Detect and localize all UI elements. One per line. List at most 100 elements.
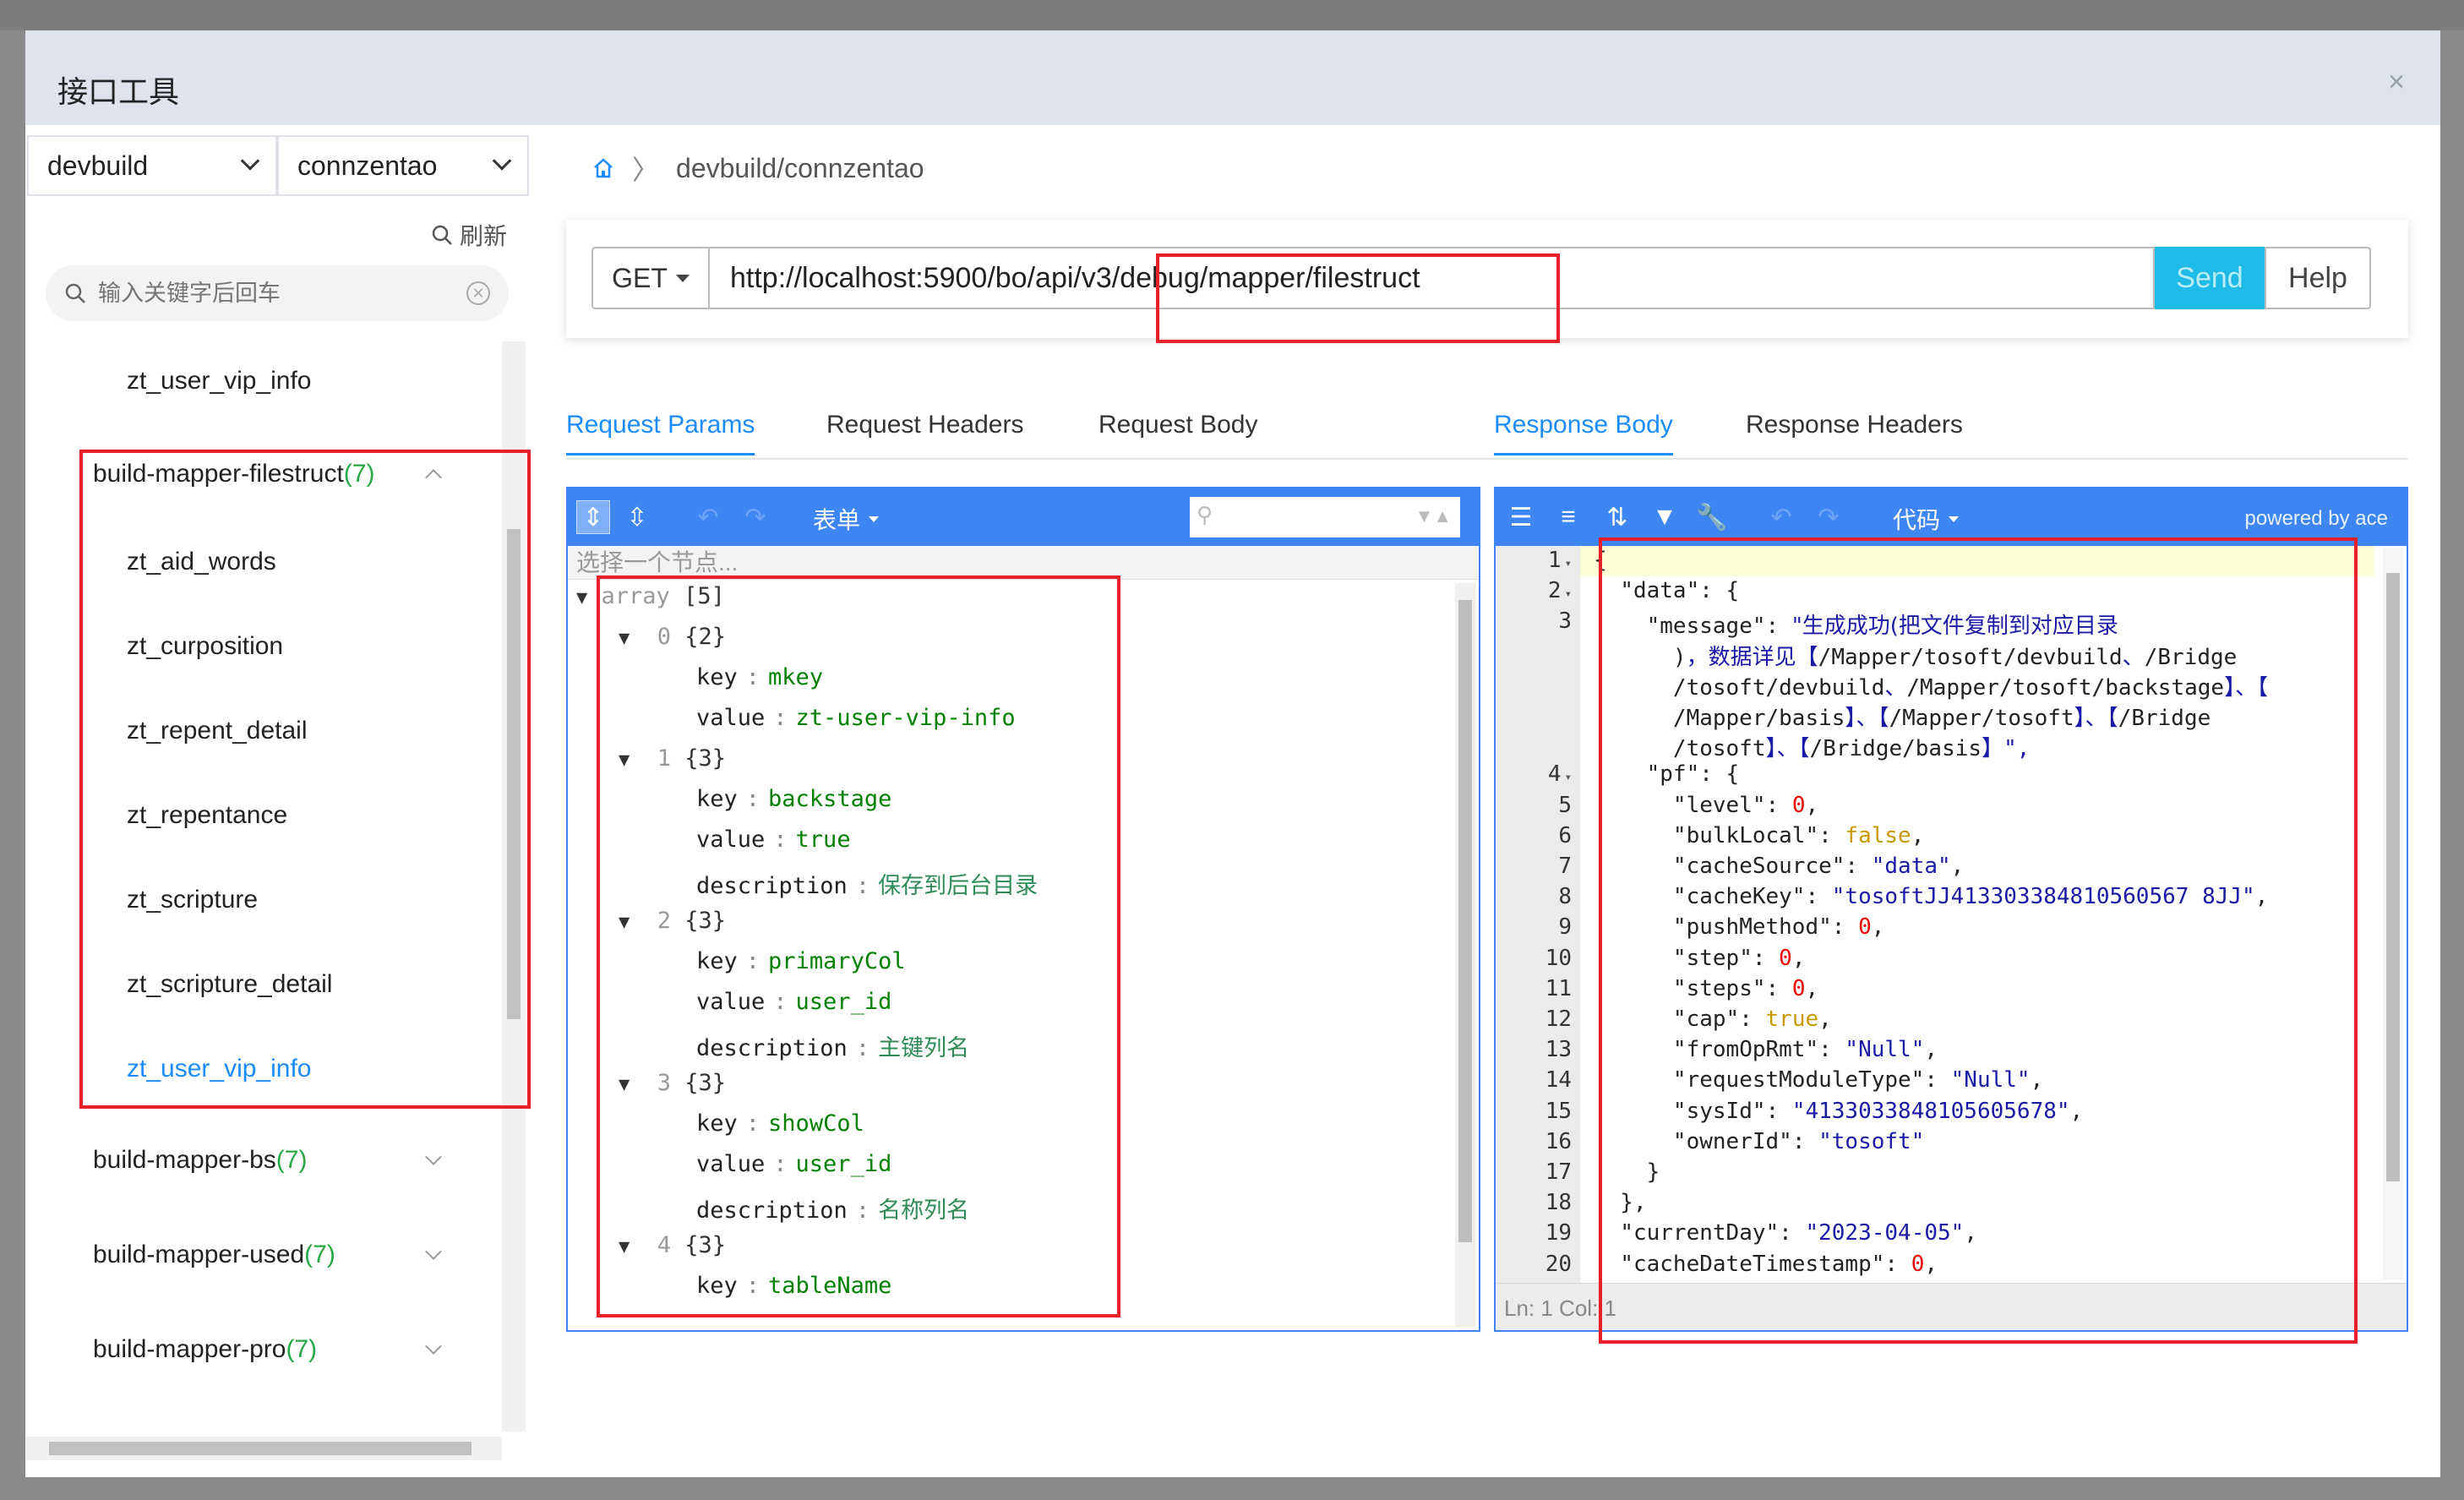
scrollbar-thumb[interactable] — [1458, 600, 1472, 1242]
fold-icon[interactable]: ▾ — [1565, 557, 1572, 570]
tree-field[interactable]: value: true — [696, 826, 851, 853]
line-number: 4 ▾ — [1547, 761, 1572, 788]
expand-all-icon[interactable]: ⇕ — [576, 500, 610, 534]
tree-group-filestruct[interactable]: build-mapper-filestruct(7) — [93, 460, 490, 488]
close-icon[interactable]: × — [2388, 66, 2405, 99]
line-number: 6 — [1558, 822, 1572, 848]
mode-select[interactable]: 代码 — [1893, 502, 1960, 536]
tree-node[interactable]: ▼ 4 {3} — [619, 1232, 726, 1258]
tree-field[interactable]: value: user_id — [696, 989, 891, 1015]
method-select[interactable]: GET — [591, 247, 710, 309]
url-input[interactable]: http://localhost:5900/bo/api/v3/debug/ma… — [710, 247, 2155, 309]
send-button[interactable]: Send — [2155, 247, 2265, 309]
search-input[interactable] — [86, 280, 466, 307]
chevron-down-icon — [492, 151, 512, 171]
redo-icon[interactable]: ↷ — [739, 500, 772, 534]
tree-item[interactable]: zt_repent_detail — [127, 717, 308, 745]
expand-triangle-icon[interactable]: ▼ — [619, 628, 630, 649]
tree-item[interactable]: zt_aid_words — [127, 548, 276, 576]
code-line: "fromOpRmt": "Null", — [1672, 1037, 1938, 1063]
expand-triangle-icon[interactable]: ▼ — [619, 1074, 630, 1095]
line-number: 9 — [1558, 914, 1572, 941]
scrollbar-thumb[interactable] — [2386, 573, 2400, 1181]
tree-item-active[interactable]: zt_user_vip_info — [127, 1055, 311, 1083]
line-number: 5 — [1558, 792, 1572, 818]
tree-node[interactable]: ▼ 2 {3} — [619, 908, 726, 934]
group-label: build-mapper-filestruct — [93, 460, 344, 488]
code-line: "cacheDateTimestamp": 0, — [1620, 1251, 1938, 1277]
clear-icon[interactable]: ✕ — [466, 281, 490, 305]
refresh-button[interactable]: 刷新 — [431, 218, 507, 252]
wrench-icon[interactable]: 🔧 — [1695, 500, 1729, 534]
collapse-all-icon[interactable]: ⇳ — [620, 500, 654, 534]
tab-response-headers[interactable]: Response Headers — [1746, 411, 1963, 453]
help-button[interactable]: Help — [2265, 247, 2371, 309]
tree-field[interactable]: key: showCol — [696, 1110, 864, 1137]
tree-item[interactable]: zt_scripture_detail — [127, 970, 332, 999]
editor-toolbar: ☰ ≡ ⇅ ▼ 🔧 ↶ ↷ 代码 powered by ace — [1496, 488, 2407, 546]
tree-item[interactable]: zt_curposition — [127, 632, 283, 661]
tree-item[interactable]: zt_repentance — [127, 801, 287, 830]
tree-field[interactable]: description: 名称列名 — [696, 1192, 969, 1225]
tree-group-pro[interactable]: build-mapper-pro(7) — [93, 1335, 490, 1364]
code-scrollbar[interactable] — [2383, 548, 2403, 1279]
fold-icon[interactable]: ▾ — [1565, 771, 1572, 784]
scrollbar-thumb[interactable] — [49, 1442, 472, 1455]
project-select[interactable]: devbuild — [27, 135, 277, 196]
tab-request-params[interactable]: Request Params — [566, 411, 755, 455]
tree-field[interactable]: description: 保存到后台目录 — [696, 867, 1038, 900]
module-select-value: connzentao — [297, 150, 438, 181]
tree-field[interactable]: key: mkey — [696, 664, 823, 690]
home-icon[interactable] — [591, 156, 615, 180]
line-number: 3 — [1558, 608, 1572, 635]
search-nav-icon[interactable]: ▼▲ — [1415, 505, 1452, 527]
tree-node[interactable]: ▼ 0 {2} — [619, 624, 726, 650]
line-number: 7 — [1558, 854, 1572, 879]
breadcrumb: 〉 devbuild/connzentao — [591, 149, 924, 188]
expand-triangle-icon[interactable]: ▼ — [619, 1236, 630, 1257]
request-bar: GET http://localhost:5900/bo/api/v3/debu… — [566, 220, 2408, 338]
active-line — [1580, 546, 2374, 576]
code-line: "currentDay": "2023-04-05", — [1620, 1220, 1977, 1246]
tree-node[interactable]: ▼ 3 {3} — [619, 1070, 726, 1096]
compact-icon[interactable]: ≡ — [1551, 500, 1585, 534]
mode-select[interactable]: 表单 — [813, 502, 880, 536]
tab-request-headers[interactable]: Request Headers — [826, 411, 1023, 453]
line-number: 14 — [1545, 1067, 1572, 1094]
filter-icon[interactable]: ▼ — [1648, 500, 1682, 534]
code-line: "steps": 0, — [1672, 975, 1819, 1001]
tree-field[interactable]: description: 主键列名 — [696, 1029, 969, 1062]
tree-group-used[interactable]: build-mapper-used(7) — [93, 1241, 490, 1269]
tree-field[interactable]: key: tableName — [696, 1273, 891, 1299]
tree-field[interactable]: value: zt-user-vip-info — [696, 705, 1016, 731]
tab-request-body[interactable]: Request Body — [1098, 411, 1257, 453]
tab-response-body[interactable]: Response Body — [1494, 411, 1673, 455]
fold-icon[interactable]: ▾ — [1565, 587, 1572, 601]
code-line: "message": "生成成功(把文件复制到对应目录 — [1646, 614, 2118, 640]
scrollbar-thumb[interactable] — [507, 529, 521, 1019]
tree-field[interactable]: value: user_id — [696, 1151, 891, 1177]
chevron-up-icon — [425, 469, 442, 486]
sidebar-hscrollbar[interactable] — [25, 1437, 502, 1460]
tree-field[interactable]: key: primaryCol — [696, 948, 906, 974]
tree-field[interactable]: key: backstage — [696, 786, 891, 812]
sidebar-scrollbar[interactable] — [502, 341, 526, 1432]
tree-group-bs[interactable]: build-mapper-bs(7) — [93, 1146, 490, 1175]
tree-node[interactable]: ▼ array [5] — [576, 583, 725, 609]
expand-triangle-icon[interactable]: ▼ — [576, 587, 587, 608]
redo-icon[interactable]: ↷ — [1812, 500, 1845, 534]
format-icon[interactable]: ☰ — [1504, 500, 1538, 534]
undo-icon[interactable]: ↶ — [1764, 500, 1798, 534]
module-select[interactable]: connzentao — [277, 135, 529, 196]
code-line: /tosoft/devbuild、/Mapper/tosoft/backstag… — [1594, 674, 2269, 701]
sort-icon[interactable]: ⇅ — [1600, 500, 1634, 534]
tree-item[interactable]: zt_user_vip_info — [127, 367, 311, 395]
expand-triangle-icon[interactable]: ▼ — [619, 750, 630, 771]
undo-icon[interactable]: ↶ — [691, 500, 725, 534]
code-area[interactable]: { "data": { "message": "生成成功(把文件复制到对应目录 … — [1580, 546, 2374, 1283]
tree-item[interactable]: zt_scripture — [127, 886, 258, 914]
tree-node[interactable]: ▼ 1 {3} — [619, 745, 726, 772]
editor-scrollbar[interactable] — [1455, 583, 1475, 1327]
expand-triangle-icon[interactable]: ▼ — [619, 912, 630, 933]
editor-search[interactable]: ⚲ ▼▲ — [1190, 497, 1460, 537]
